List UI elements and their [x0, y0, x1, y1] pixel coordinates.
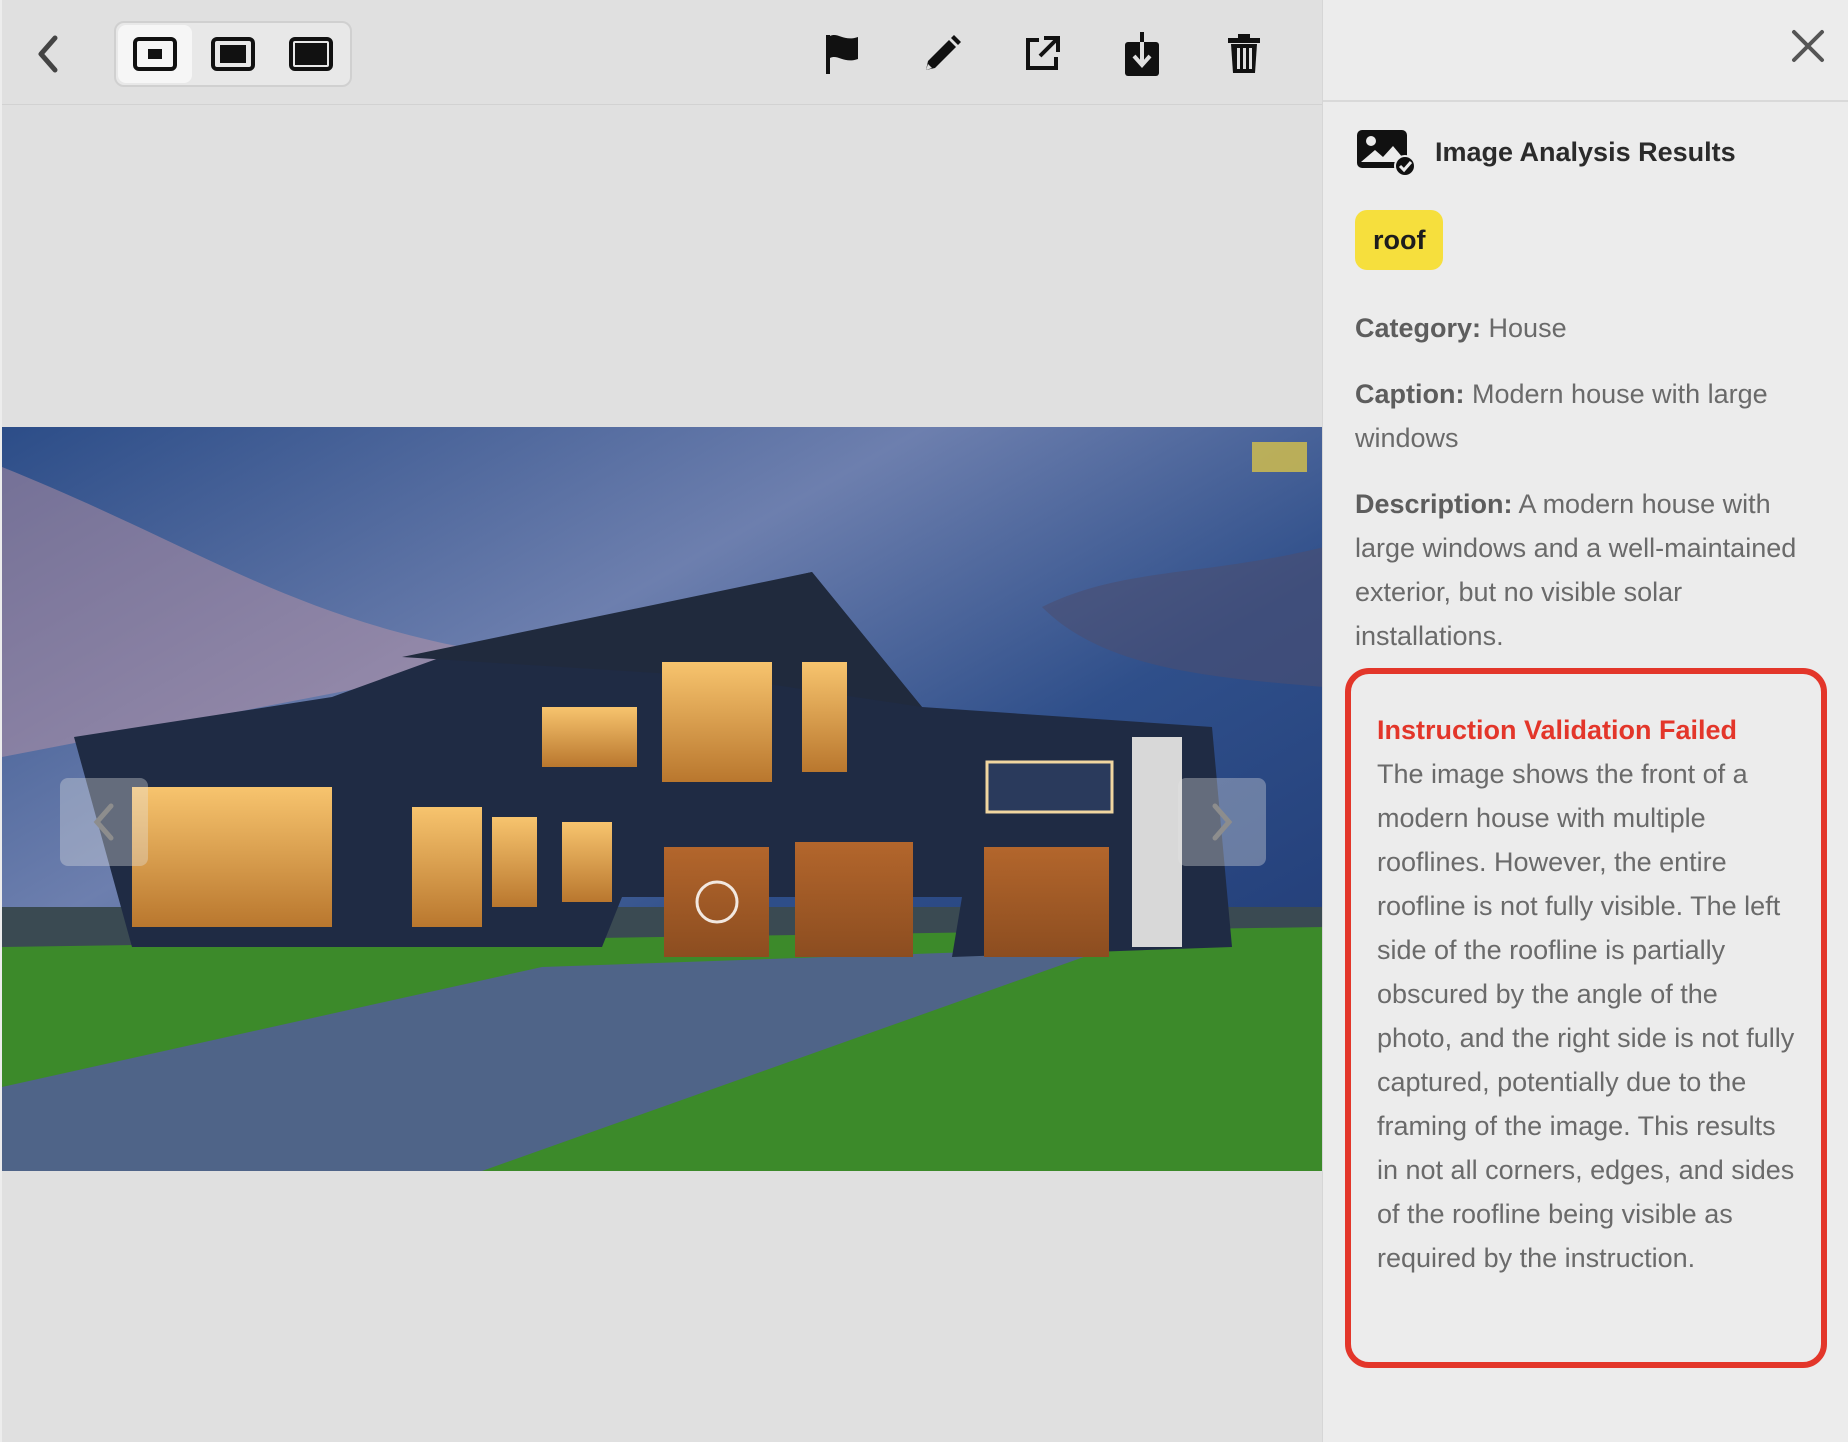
- panel-header: [1323, 0, 1848, 102]
- back-button[interactable]: [24, 28, 72, 80]
- small-view-icon: [133, 37, 177, 71]
- category-value: House: [1488, 313, 1567, 343]
- flag-icon: [826, 35, 858, 74]
- chevron-left-icon: [93, 803, 114, 841]
- viewer-toolbar: [2, 0, 1324, 105]
- description-label: Description:: [1355, 489, 1513, 519]
- medium-view-icon: [211, 37, 255, 71]
- open-external-button[interactable]: [1014, 26, 1070, 82]
- description-field: Description: A modern house with large w…: [1355, 482, 1825, 658]
- medium-view-button[interactable]: [196, 25, 270, 83]
- panel-title-row: Image Analysis Results: [1355, 128, 1736, 176]
- small-view-button[interactable]: [118, 25, 192, 83]
- download-button[interactable]: [1114, 26, 1170, 82]
- tag-badge: roof: [1355, 210, 1444, 270]
- delete-button[interactable]: [1216, 26, 1272, 82]
- category-label: Category:: [1355, 313, 1482, 343]
- analysis-panel: Image Analysis Results roof Category: Ho…: [1322, 0, 1848, 1442]
- edit-button[interactable]: [914, 26, 970, 82]
- trash-icon: [1228, 34, 1260, 73]
- view-size-toggle: [114, 21, 352, 87]
- image-check-icon: [1357, 130, 1416, 176]
- close-button[interactable]: [1784, 22, 1832, 70]
- chevron-right-icon: [1212, 803, 1233, 841]
- logo-watermark: [1252, 442, 1307, 472]
- large-view-icon: [289, 37, 333, 71]
- category-field: Category: House: [1355, 306, 1825, 350]
- caption-label: Caption:: [1355, 379, 1465, 409]
- large-view-button[interactable]: [274, 25, 348, 83]
- alert-title: Instruction Validation Failed: [1377, 715, 1738, 745]
- external-link-icon: [1026, 36, 1060, 70]
- previous-image-button[interactable]: [60, 778, 148, 866]
- flag-button[interactable]: [814, 26, 870, 82]
- pencil-icon: [926, 35, 961, 70]
- close-icon: [1792, 30, 1824, 62]
- image-viewer: [0, 0, 1324, 1442]
- alert-body: The image shows the front of a modern ho…: [1377, 759, 1795, 1273]
- validation-alert: Instruction Validation Failed The image …: [1345, 668, 1827, 1368]
- chevron-left-icon: [38, 35, 58, 73]
- next-image-button[interactable]: [1178, 778, 1266, 866]
- house-photo: [2, 427, 1324, 1171]
- caption-field: Caption: Modern house with large windows: [1355, 372, 1825, 460]
- download-icon: [1125, 32, 1159, 76]
- panel-title: Image Analysis Results: [1435, 136, 1736, 167]
